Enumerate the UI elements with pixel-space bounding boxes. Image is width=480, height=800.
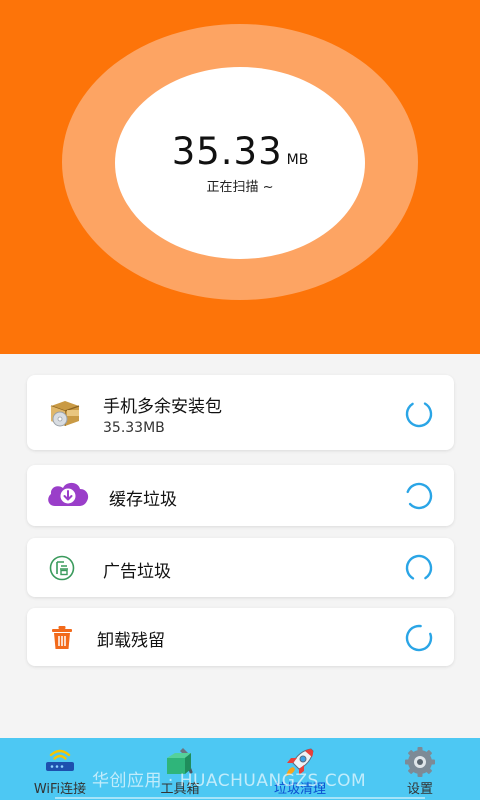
loading-spinner-icon	[405, 482, 433, 510]
watermark-underline	[55, 797, 425, 799]
scan-header: 35.33 MB 正在扫描 ~	[0, 0, 480, 354]
wifi-router-icon	[43, 746, 77, 778]
item-title: 手机多余安装包	[103, 397, 222, 417]
item-size: 35.33MB	[103, 420, 165, 436]
item-title: 缓存垃圾	[109, 490, 177, 510]
scan-size-unit: MB	[286, 152, 309, 168]
list-item-cache-junk[interactable]: 缓存垃圾	[27, 465, 454, 526]
list-item-uninstall-residue[interactable]: 卸载残留	[27, 608, 454, 666]
loading-spinner-icon	[405, 400, 433, 428]
list-item-ad-junk[interactable]: 广告垃圾	[27, 538, 454, 597]
loading-spinner-icon	[405, 554, 433, 582]
list-item-installer-packages[interactable]: 手机多余安装包 35.33MB	[27, 375, 454, 450]
cloud-download-icon	[45, 479, 91, 513]
loading-spinner-icon	[405, 624, 433, 652]
watermark-text: 华创应用 · HUACHUANGZS.COM	[92, 771, 367, 791]
scan-status-text: 正在扫描 ~	[206, 180, 274, 195]
nav-label: 设置	[406, 782, 433, 797]
trash-bin-icon	[51, 625, 73, 654]
ad-icon	[49, 555, 75, 585]
item-title: 广告垃圾	[103, 562, 171, 582]
gear-icon	[403, 746, 437, 782]
item-title: 卸载残留	[97, 631, 165, 651]
scan-size-readout: 35.33 MB	[115, 130, 365, 173]
scan-size-value: 35.33	[171, 130, 283, 173]
package-box-icon	[47, 397, 83, 433]
nav-item-settings[interactable]: 设置	[372, 738, 468, 800]
